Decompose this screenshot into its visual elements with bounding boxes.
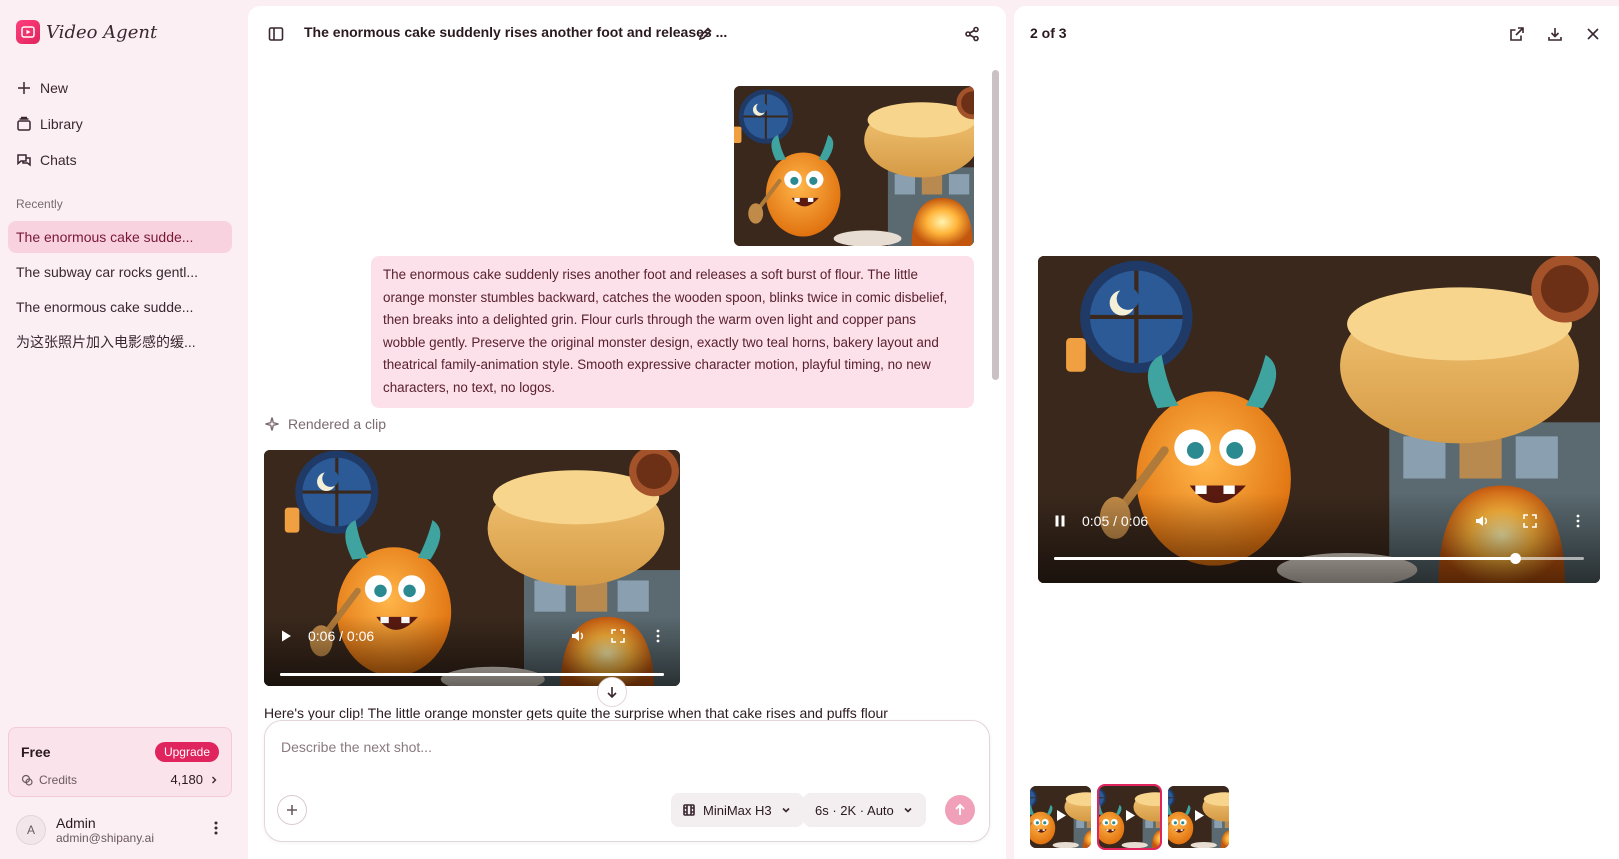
settings-select[interactable]: 6s · 2K · Auto (803, 793, 926, 827)
clip-progress-fill (280, 673, 664, 676)
prompt-input[interactable] (281, 739, 971, 755)
chat-header: The enormous cake suddenly rises another… (248, 6, 1006, 58)
composer: MiniMax H3 6s · 2K · Auto (264, 720, 990, 842)
nav-item-label: New (40, 80, 69, 96)
user-name: Admin (56, 815, 96, 831)
attach-button[interactable] (277, 795, 307, 825)
preview-time: 0:05 / 0:06 (1082, 513, 1149, 529)
chat-title: The enormous cake suddenly rises another… (304, 24, 728, 40)
user-email: admin@shipany.ai (56, 831, 155, 845)
app-logo[interactable]: Video Agent (16, 20, 157, 44)
scrollbar-thumb[interactable] (992, 70, 999, 380)
chat-panel: The enormous cake suddenly rises another… (248, 6, 1006, 859)
film-icon (683, 804, 695, 816)
library-icon (17, 116, 31, 131)
fullscreen-icon[interactable] (1522, 513, 1538, 529)
model-select[interactable]: MiniMax H3 (671, 793, 804, 827)
volume-icon[interactable] (1474, 513, 1490, 529)
clip-video[interactable]: 0:06 / 0:06 (264, 450, 680, 686)
video-controls: 0:06 / 0:06 (264, 616, 680, 686)
settings-label: 6s · 2K · Auto (815, 802, 894, 818)
credits-row[interactable]: Credits 4,180 (21, 772, 219, 787)
nav-item-label: Chats (40, 152, 77, 168)
user-message: The enormous cake suddenly rises another… (371, 256, 974, 408)
clip-progress-bar[interactable] (280, 673, 664, 676)
arrow-down-icon (607, 687, 617, 699)
preview-actions (1507, 24, 1603, 44)
clip-thumbnail[interactable] (1097, 784, 1162, 850)
share-icon[interactable] (962, 24, 982, 44)
clip-thumbnails (1030, 784, 1229, 850)
play-icon (1122, 808, 1138, 827)
nav-item-chats[interactable]: Chats (8, 142, 232, 178)
recent-chat-item[interactable]: The enormous cake sudde... (8, 221, 232, 253)
preview-progress-fill (1054, 557, 1516, 560)
sidebar: Video Agent New Library Chats Recently T… (0, 0, 240, 859)
play-icon (1053, 808, 1069, 827)
video-agent-logo-icon (16, 20, 40, 44)
chevron-down-icon (904, 807, 912, 813)
recent-chats-list: The enormous cake sudde... The subway ca… (8, 221, 232, 361)
download-icon[interactable] (1545, 24, 1565, 44)
chevron-down-icon (782, 807, 790, 813)
sparkle-icon (265, 417, 279, 431)
open-external-icon[interactable] (1507, 24, 1527, 44)
nav-item-label: Library (40, 116, 83, 132)
chats-icon (17, 154, 31, 167)
preview-progress-bar[interactable] (1054, 553, 1584, 564)
preview-video[interactable]: 0:05 / 0:06 (1038, 256, 1600, 583)
reference-image[interactable] (734, 86, 974, 246)
plus-icon (287, 805, 297, 815)
recently-heading: Recently (16, 197, 63, 211)
clip-time: 0:06 / 0:06 (308, 628, 375, 644)
video-controls: 0:05 / 0:06 (1038, 493, 1600, 583)
play-icon[interactable] (278, 628, 294, 644)
preview-panel: 2 of 3 0:05 / 0:06 (1014, 6, 1619, 859)
preview-counter: 2 of 3 (1030, 25, 1067, 41)
plan-card: Free Upgrade Credits 4,180 (8, 727, 232, 797)
plus-icon (18, 82, 30, 94)
play-icon (1191, 808, 1207, 827)
clip-thumbnail[interactable] (1030, 786, 1091, 848)
chevron-right-icon (212, 776, 217, 783)
more-vertical-icon[interactable] (1570, 513, 1586, 529)
more-vertical-icon[interactable] (208, 820, 224, 841)
more-vertical-icon[interactable] (650, 628, 666, 644)
recent-chat-item[interactable]: 为这张照片加入电影感的缓... (8, 326, 232, 358)
chat-scrollbar[interactable] (991, 62, 1000, 722)
rendered-status: Rendered a clip (264, 416, 386, 432)
scroll-to-bottom-button[interactable] (597, 677, 627, 707)
avatar: A (16, 815, 46, 845)
model-label: MiniMax H3 (703, 802, 772, 818)
credits-label: Credits (39, 772, 78, 787)
recent-chat-item[interactable]: The enormous cake sudde... (8, 291, 232, 323)
nav-item-new[interactable]: New (8, 70, 232, 106)
send-button[interactable] (945, 795, 975, 825)
nav-item-library[interactable]: Library (8, 106, 232, 142)
volume-icon[interactable] (570, 628, 586, 644)
fullscreen-icon[interactable] (610, 628, 626, 644)
credits-value: 4,180 (170, 772, 203, 787)
sidebar-toggle-icon[interactable] (266, 24, 286, 44)
recent-chat-item[interactable]: The subway car rocks gentl... (8, 256, 232, 288)
main-nav: New Library Chats (8, 70, 232, 178)
preview-progress-knob[interactable] (1510, 553, 1522, 564)
user-profile[interactable]: A Admin admin@shipany.ai (16, 812, 224, 848)
close-icon[interactable] (1583, 24, 1603, 44)
credits-icon (21, 774, 33, 786)
pause-icon[interactable] (1052, 513, 1068, 529)
upgrade-button[interactable]: Upgrade (154, 742, 219, 762)
edit-title-icon[interactable] (695, 24, 715, 44)
rendered-label: Rendered a clip (288, 416, 387, 432)
clip-thumbnail[interactable] (1168, 786, 1229, 848)
app-name: Video Agent (46, 21, 158, 43)
plan-name: Free (21, 744, 51, 760)
arrow-up-icon (955, 803, 965, 815)
